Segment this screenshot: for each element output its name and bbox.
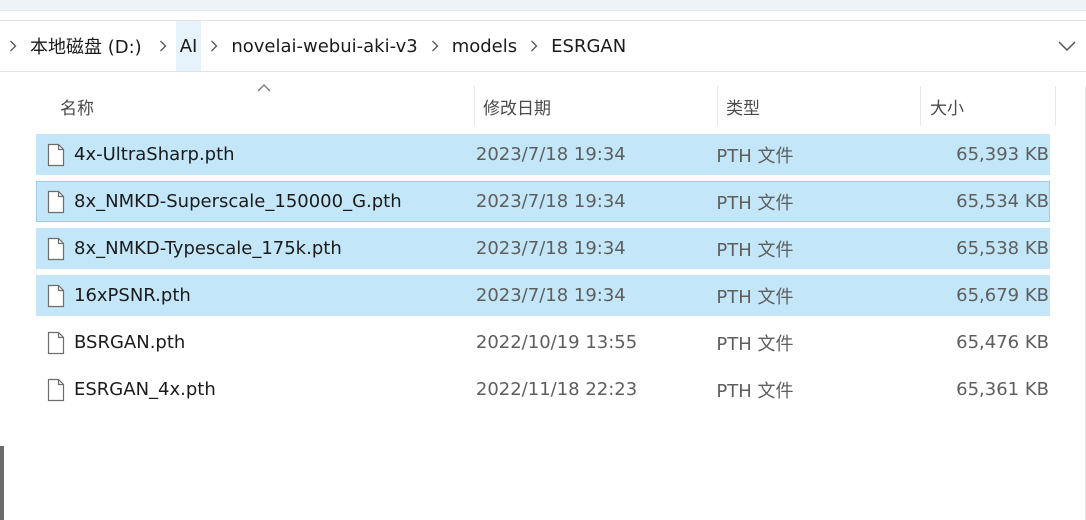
address-bar[interactable]: 本地磁盘 (D:) AI novelai-webui-aki-v3 models…: [0, 20, 1086, 72]
file-row[interactable]: 8x_NMKD-Typescale_175k.pth 2023/7/18 19:3…: [36, 228, 1050, 269]
file-name: 8x_NMKD-Superscale_150000_G.pth: [74, 191, 402, 212]
column-header-size[interactable]: 大小: [921, 86, 1056, 126]
file-size: 65,679 KB: [956, 285, 1049, 306]
file-type: PTH 文件: [716, 145, 794, 167]
file-name: ESRGAN_4x.pth: [74, 379, 216, 400]
file-row[interactable]: BSRGAN.pth 2022/10/19 13:55 PTH 文件 65,476 K…: [36, 322, 1050, 363]
chevron-right-icon[interactable]: [521, 21, 547, 71]
file-row[interactable]: 16xPSNR.pth 2023/7/18 19:34 PTH 文件 65,679 K…: [36, 275, 1050, 316]
navigation-pane-scrollbar[interactable]: [0, 446, 4, 520]
file-icon: [46, 143, 66, 167]
chevron-right-icon[interactable]: [150, 21, 176, 71]
breadcrumb-item-esrgan[interactable]: ESRGAN: [547, 21, 630, 71]
column-headers: 名称 修改日期 类型 大小: [38, 84, 1056, 126]
file-date: 2022/10/19 13:55: [475, 332, 638, 353]
file-icon: [46, 237, 66, 261]
sort-ascending-icon: [257, 84, 271, 92]
file-icon: [46, 331, 66, 355]
column-header-name-label: 名称: [60, 98, 94, 119]
breadcrumb-item-models[interactable]: models: [448, 21, 521, 71]
file-row[interactable]: 8x_NMKD-Superscale_150000_G.pth 2023/7/18…: [36, 181, 1050, 222]
file-date: 2023/7/18 19:34: [475, 238, 626, 259]
file-icon: [46, 190, 66, 214]
file-date: 2022/11/18 22:23: [475, 379, 638, 400]
file-size: 65,361 KB: [956, 379, 1049, 400]
chevron-right-icon[interactable]: [0, 21, 26, 71]
toolbar-strip: [0, 0, 1086, 11]
file-row[interactable]: ESRGAN_4x.pth 2022/11/18 22:23 PTH 文件 65,36…: [36, 369, 1050, 410]
file-name: 8x_NMKD-Typescale_175k.pth: [74, 238, 342, 259]
breadcrumb-item-drive[interactable]: 本地磁盘 (D:): [26, 21, 150, 71]
file-date: 2023/7/18 19:34: [475, 285, 626, 306]
file-date: 2023/7/18 19:34: [475, 191, 626, 212]
column-header-size-label: 大小: [930, 98, 964, 119]
chevron-down-icon[interactable]: [1050, 21, 1084, 71]
breadcrumb-item-ai[interactable]: AI: [175, 21, 202, 71]
column-header-date[interactable]: 修改日期: [475, 86, 718, 126]
file-type: PTH 文件: [716, 333, 794, 355]
file-size: 65,393 KB: [956, 144, 1049, 165]
file-type: PTH 文件: [716, 192, 794, 214]
file-row[interactable]: 4x-UltraSharp.pth 2023/7/18 19:34 PTH 文件 65…: [36, 134, 1050, 175]
file-date: 2023/7/18 19:34: [475, 144, 626, 165]
file-size: 65,476 KB: [956, 332, 1049, 353]
file-list: 4x-UltraSharp.pth 2023/7/18 19:34 PTH 文件 65…: [36, 134, 1052, 416]
file-name: BSRGAN.pth: [74, 332, 186, 353]
column-header-name[interactable]: 名称: [38, 84, 475, 126]
file-size: 65,538 KB: [956, 238, 1049, 259]
file-icon: [46, 378, 66, 402]
file-size: 65,534 KB: [956, 191, 1049, 212]
file-type: PTH 文件: [716, 239, 794, 261]
file-explorer-window: 本地磁盘 (D:) AI novelai-webui-aki-v3 models…: [0, 0, 1086, 520]
column-header-type-label: 类型: [726, 98, 760, 119]
breadcrumb-item-webui[interactable]: novelai-webui-aki-v3: [227, 21, 421, 71]
file-type: PTH 文件: [716, 286, 794, 308]
file-name: 4x-UltraSharp.pth: [74, 144, 235, 165]
column-header-date-label: 修改日期: [483, 98, 551, 119]
chevron-right-icon[interactable]: [201, 21, 227, 71]
column-header-type[interactable]: 类型: [718, 86, 921, 126]
file-name: 16xPSNR.pth: [74, 285, 191, 306]
chevron-right-icon[interactable]: [422, 21, 448, 71]
file-type: PTH 文件: [716, 380, 794, 402]
file-icon: [46, 284, 66, 308]
